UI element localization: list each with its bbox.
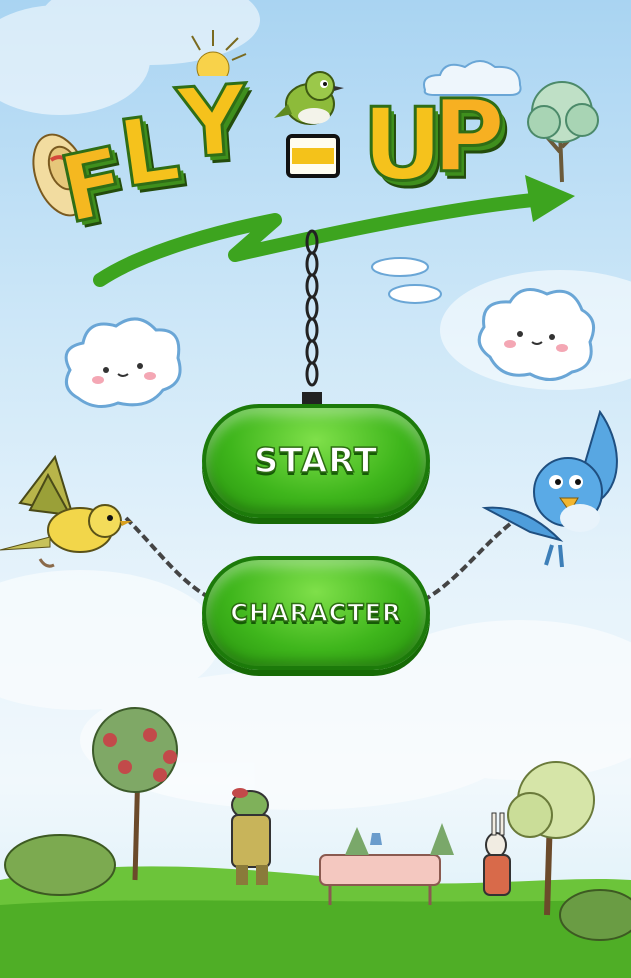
title-letter-y: Y xyxy=(173,62,253,182)
start-button-label: START xyxy=(253,440,379,482)
title-letter-p: P xyxy=(430,77,506,197)
blue-bird-icon xyxy=(481,410,618,568)
perched-bird-icon xyxy=(274,71,344,178)
smiling-cloud-icon-left xyxy=(64,317,182,409)
tea-table-icon xyxy=(319,833,441,905)
tree-icon xyxy=(527,81,599,183)
hanging-chain-icon xyxy=(302,229,322,404)
garden-scene-illustration xyxy=(4,707,631,941)
rabbit-character-icon xyxy=(483,812,511,896)
character-button[interactable]: CHARACTER xyxy=(202,556,430,670)
frog-character-icon xyxy=(231,788,271,885)
game-menu-screen: F L Y U P START CHARACTER xyxy=(0,0,631,978)
start-button[interactable]: START xyxy=(202,404,430,518)
character-button-label: CHARACTER xyxy=(230,598,402,628)
yellow-bird-icon xyxy=(0,455,132,568)
